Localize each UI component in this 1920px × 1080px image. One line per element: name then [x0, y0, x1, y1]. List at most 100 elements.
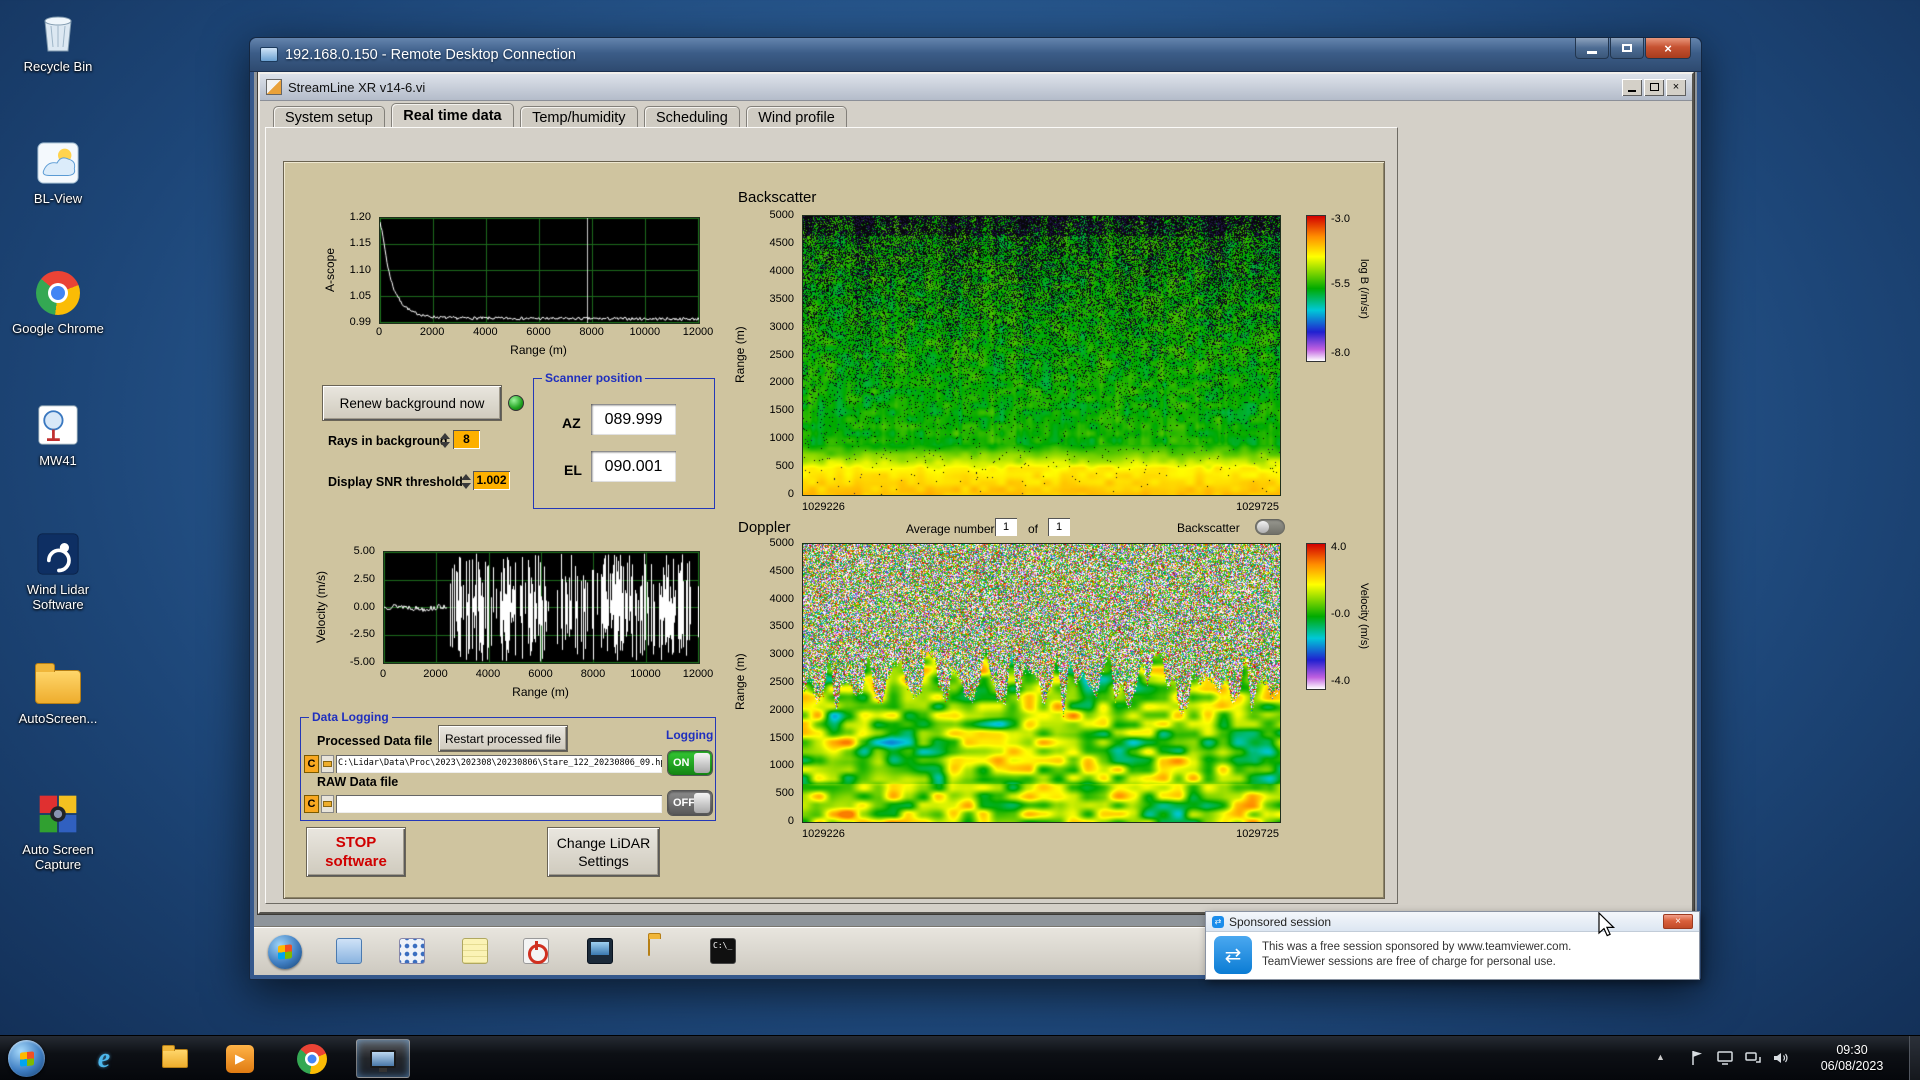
display-icon[interactable] — [1716, 1049, 1734, 1067]
volume-icon[interactable] — [1772, 1049, 1790, 1067]
drive-selector[interactable]: C — [304, 755, 319, 773]
remote-taskbar-notes-icon[interactable] — [462, 938, 488, 964]
backscatter-x-ticks: 1029226 1029725 — [802, 501, 1279, 513]
processed-logging-toggle[interactable]: ON — [668, 751, 712, 775]
rdp-close-button[interactable]: × — [1645, 38, 1691, 59]
stop-software-button[interactable]: STOP software — [307, 828, 405, 876]
drive-selector[interactable]: C — [304, 795, 319, 813]
hidden-icons-caret[interactable]: ▲ — [1656, 1052, 1665, 1062]
average-total-field[interactable]: 1 — [1048, 518, 1070, 536]
desktop-icon-recycle-bin[interactable]: Recycle Bin — [2, 6, 114, 74]
labview-maximize-button[interactable] — [1644, 78, 1664, 96]
teamviewer-icon: ⇄ — [1212, 915, 1224, 928]
labview-window-title: StreamLine XR v14-6.vi — [288, 79, 426, 95]
backscatter-colorbar-label: log B (/m/sr) — [1358, 258, 1370, 319]
action-center-flag-icon[interactable] — [1688, 1049, 1706, 1067]
backscatter-toggle-label: Backscatter — [1177, 521, 1240, 535]
labview-window: StreamLine XR v14-6.vi × System setup Re… — [258, 72, 1694, 914]
toggle-knob — [694, 753, 710, 773]
renew-background-button[interactable]: Renew background now — [323, 386, 501, 420]
teamviewer-close-button[interactable]: × — [1663, 914, 1693, 929]
browse-icon[interactable] — [321, 795, 334, 813]
rdp-window: 192.168.0.150 - Remote Desktop Connectio… — [249, 37, 1702, 980]
remote-taskbar-folder-icon[interactable] — [648, 937, 674, 964]
az-label: AZ — [562, 415, 581, 431]
desktop-icon-wind-lidar-software[interactable]: Wind Lidar Software — [2, 529, 114, 612]
windows-explorer-taskbar-button[interactable] — [148, 1039, 202, 1078]
remote-taskbar-screenshot-icon[interactable] — [587, 938, 613, 964]
desktop-icon-autoscreen-folder[interactable]: AutoScreen... — [2, 658, 114, 726]
tab-temp-humidity[interactable]: Temp/humidity — [520, 106, 638, 127]
rdp-titlebar[interactable]: 192.168.0.150 - Remote Desktop Connectio… — [250, 38, 1701, 72]
desktop-icon-label: Auto Screen Capture — [22, 842, 94, 872]
background-ready-led — [508, 395, 524, 411]
remote-taskbar-command-prompt-icon[interactable]: C:\_ — [710, 938, 736, 964]
host-taskbar: e ▶ ▲ 09:30 06/08/2023 — [0, 1035, 1920, 1080]
internet-explorer-taskbar-button[interactable]: e — [77, 1039, 131, 1078]
remote-taskbar-power-icon[interactable] — [523, 938, 549, 964]
desktop-icon-google-chrome[interactable]: Google Chrome — [2, 268, 114, 336]
remote-taskbar-apps-grid-icon[interactable] — [399, 938, 425, 964]
rdp-taskbar-button[interactable] — [356, 1039, 410, 1078]
rays-spinner[interactable] — [440, 431, 451, 450]
raw-data-file-path[interactable] — [336, 795, 662, 813]
desktop-icon-mw41[interactable]: MW41 — [2, 400, 114, 468]
processed-data-file-path[interactable]: C:\Lidar\Data\Proc\2023\202308\20230806\… — [336, 755, 662, 773]
change-lidar-settings-button[interactable]: Change LiDAR Settings — [548, 828, 659, 876]
teamviewer-message-line2: TeamViewer sessions are free of charge f… — [1262, 956, 1556, 968]
tab-wind-profile[interactable]: Wind profile — [746, 106, 847, 127]
media-player-taskbar-button[interactable]: ▶ — [213, 1039, 267, 1078]
tab-scheduling[interactable]: Scheduling — [644, 106, 740, 127]
snr-spinner[interactable] — [461, 472, 472, 491]
display-snr-threshold-field[interactable]: 1.002 — [473, 471, 510, 490]
doppler-x-ticks: 1029226 1029725 — [802, 828, 1279, 840]
az-indicator[interactable]: 089.999 — [591, 404, 676, 435]
taskbar-clock[interactable]: 09:30 06/08/2023 — [1806, 1042, 1898, 1074]
desktop-icon-label: MW41 — [39, 453, 77, 468]
rdp-minimize-button[interactable] — [1575, 38, 1609, 59]
restart-processed-file-button[interactable]: Restart processed file — [439, 726, 567, 751]
doppler-colorbar — [1306, 543, 1326, 690]
teamviewer-popup-titlebar[interactable]: ⇄ Sponsored session × — [1206, 912, 1699, 932]
logging-label: Logging — [666, 728, 714, 742]
remote-start-button[interactable] — [268, 935, 302, 969]
rdp-maximize-button[interactable] — [1610, 38, 1644, 59]
rays-in-background-field[interactable]: 8 — [453, 430, 480, 449]
labview-minimize-button[interactable] — [1622, 78, 1642, 96]
raw-logging-toggle[interactable]: OFF — [668, 791, 712, 815]
teamviewer-logo-icon: ⇄ — [1214, 936, 1252, 974]
doppler-y-ticks: 5000 4500 4000 3500 3000 2500 2000 1500 1000 500 0 — [769, 537, 794, 827]
ascope-plot — [379, 217, 700, 324]
browse-icon[interactable] — [321, 755, 334, 773]
el-indicator[interactable]: 090.001 — [591, 451, 676, 482]
backscatter-heatmap — [802, 215, 1281, 496]
show-desktop-button[interactable] — [1909, 1036, 1920, 1080]
display-snr-threshold-label: Display SNR threshold — [328, 475, 463, 489]
tab-real-time-data[interactable]: Real time data — [391, 103, 514, 127]
tab-system-setup[interactable]: System setup — [273, 106, 385, 127]
data-logging-group: Data Logging Processed Data file Restart… — [300, 710, 716, 821]
network-icon[interactable] — [1744, 1049, 1762, 1067]
folder-icon — [323, 761, 332, 767]
windows-flag-icon — [19, 1050, 34, 1067]
backscatter-chart: Range (m) 5000 4500 4000 3500 3000 2500 2000 15… — [730, 209, 1390, 530]
backscatter-y-axis-label: Range (m) — [733, 326, 747, 383]
average-number-field[interactable]: 1 — [995, 518, 1017, 536]
chrome-taskbar-button[interactable] — [285, 1039, 339, 1078]
labview-titlebar[interactable]: StreamLine XR v14-6.vi × — [260, 74, 1692, 101]
desktop-icon-auto-screen-capture[interactable]: Auto Screen Capture — [2, 789, 114, 872]
folder-icon — [162, 1045, 188, 1068]
desktop-icon-label: Wind Lidar Software — [26, 582, 90, 612]
remote-desktop-icon — [370, 1049, 396, 1072]
desktop-icon-bl-view[interactable]: BL-View — [2, 138, 114, 206]
internet-explorer-icon: e — [97, 1042, 111, 1074]
recycle-bin-icon — [2, 6, 114, 56]
labview-close-button[interactable]: × — [1666, 78, 1686, 96]
remote-taskbar-window-icon[interactable] — [336, 938, 362, 964]
backscatter-colorbar — [1306, 215, 1326, 362]
velocity-chart: Velocity (m/s) 5.00 2.50 0.00 -2.50 -5.00 02… — [302, 545, 732, 711]
rays-in-background-label: Rays in background — [328, 434, 448, 448]
start-button[interactable] — [8, 1040, 45, 1077]
data-logging-title: Data Logging — [309, 710, 392, 724]
backscatter-display-toggle[interactable] — [1255, 519, 1285, 535]
